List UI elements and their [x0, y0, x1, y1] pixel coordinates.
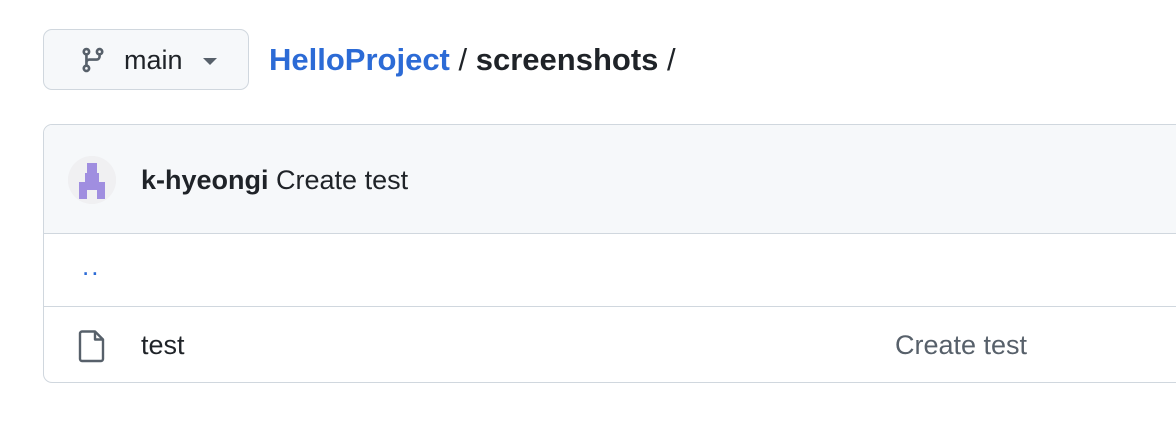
latest-commit-text: k-hyeongi Create test: [141, 163, 408, 197]
branch-select-button[interactable]: main: [43, 29, 249, 90]
file-commit-message-link[interactable]: Create test: [895, 329, 1027, 361]
commit-message-link[interactable]: Create test: [276, 165, 408, 195]
latest-commit-header: k-hyeongi Create test: [44, 125, 1176, 234]
chevron-down-icon: [203, 58, 217, 65]
parent-directory-row[interactable]: ..: [44, 233, 1176, 307]
breadcrumb-current-folder: screenshots: [475, 42, 659, 77]
breadcrumb: HelloProject / screenshots /: [269, 41, 676, 79]
file-icon: [78, 330, 105, 363]
breadcrumb-repo-link[interactable]: HelloProject: [269, 42, 450, 77]
identicon-icon: [68, 156, 116, 204]
commit-author-link[interactable]: k-hyeongi: [141, 165, 269, 195]
parent-directory-link[interactable]: ..: [82, 251, 100, 281]
breadcrumb-separator: /: [458, 42, 468, 77]
file-name-link[interactable]: test: [141, 329, 185, 361]
branch-name: main: [124, 45, 183, 75]
avatar[interactable]: [68, 156, 116, 204]
table-row[interactable]: test Create test: [44, 307, 1176, 382]
git-branch-icon: [82, 47, 104, 73]
file-listing-box: k-hyeongi Create test .. test Create tes…: [43, 124, 1176, 383]
breadcrumb-trailing-separator: /: [667, 42, 676, 77]
